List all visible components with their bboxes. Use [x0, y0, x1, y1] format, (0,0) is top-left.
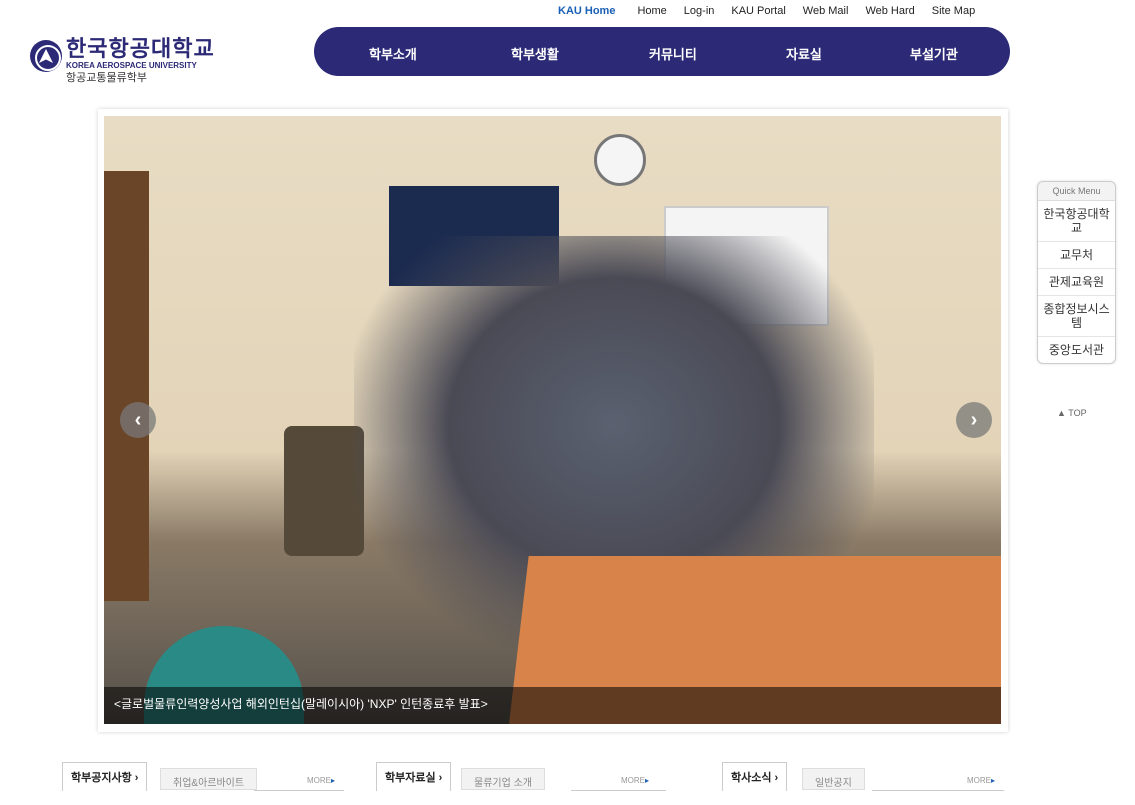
- nav-item-affiliated[interactable]: 부설기관: [910, 44, 958, 63]
- tab-jobs[interactable]: 취업&아르바이트: [160, 768, 258, 790]
- more-arrow-icon: ▸: [645, 776, 650, 785]
- quick-item-info-system[interactable]: 종합정보시스템: [1038, 296, 1115, 337]
- university-logo[interactable]: 한국항공대학교 KOREA AEROSPACE UNIVERSITY 항공교통물…: [30, 38, 215, 84]
- department-name: 항공교통물류학부: [66, 72, 147, 84]
- board-resources: 학부자료실 › 물류기업 소개 MORE▸: [376, 762, 666, 792]
- university-emblem-icon: [30, 40, 62, 72]
- tab-logistics-companies[interactable]: 물류기업 소개: [461, 768, 545, 790]
- image-slider: ‹ › <글로벌물류인력양성사업 해외인턴십(말레이시아) 'NXP' 인턴종료…: [98, 109, 1008, 732]
- link-home[interactable]: Home: [637, 4, 666, 18]
- nav-item-resources[interactable]: 자료실: [786, 44, 822, 63]
- board-notices: 학부공지사항 › 취업&아르바이트 MORE▸: [62, 762, 344, 792]
- tab-notices[interactable]: 학부공지사항 ›: [62, 762, 148, 791]
- more-link[interactable]: MORE▸: [621, 776, 649, 785]
- link-web-hard[interactable]: Web Hard: [865, 4, 914, 18]
- logo-korean-name: 한국항공대학교: [66, 36, 215, 61]
- quick-item-atc-center[interactable]: 관제교육원: [1038, 269, 1115, 296]
- link-site-map[interactable]: Site Map: [932, 4, 975, 18]
- scroll-top-button[interactable]: ▲ TOP: [1057, 408, 1087, 418]
- more-link[interactable]: MORE▸: [967, 776, 995, 785]
- tab-academic-news[interactable]: 학사소식 ›: [722, 762, 788, 791]
- link-kau-portal[interactable]: KAU Portal: [731, 4, 785, 18]
- quick-item-library[interactable]: 중앙도서관: [1038, 337, 1115, 363]
- nav-item-about[interactable]: 학부소개: [369, 44, 417, 63]
- quick-item-kau[interactable]: 한국항공대학교: [1038, 201, 1115, 242]
- nav-item-community[interactable]: 커뮤니티: [649, 44, 697, 63]
- quick-item-academic-affairs[interactable]: 교무처: [1038, 242, 1115, 269]
- link-kau-home[interactable]: KAU Home: [558, 4, 615, 18]
- tab-resources[interactable]: 학부자료실 ›: [376, 762, 452, 791]
- link-login[interactable]: Log-in: [684, 4, 715, 18]
- slide-photo[interactable]: ‹ › <글로벌물류인력양성사업 해외인턴십(말레이시아) 'NXP' 인턴종료…: [104, 116, 1001, 724]
- utility-links: KAU Home Home Log-in KAU Portal Web Mail…: [558, 4, 992, 18]
- logo-english-name: KOREA AEROSPACE UNIVERSITY: [66, 61, 197, 70]
- board-academic-news: 학사소식 › 일반공지 MORE▸: [722, 762, 1004, 792]
- chevron-right-icon: ›: [970, 408, 978, 431]
- nav-item-student-life[interactable]: 학부생활: [511, 44, 559, 63]
- more-link[interactable]: MORE▸: [307, 776, 335, 785]
- quick-menu: Quick Menu 한국항공대학교 교무처 관제교육원 종합정보시스템 중앙도…: [1037, 181, 1116, 364]
- slider-prev-button[interactable]: ‹: [120, 402, 156, 438]
- quick-menu-title: Quick Menu: [1038, 182, 1115, 201]
- more-arrow-icon: ▸: [331, 776, 336, 785]
- chevron-left-icon: ‹: [134, 408, 142, 431]
- main-nav: 학부소개 학부생활 커뮤니티 자료실 부설기관: [314, 27, 1010, 76]
- more-arrow-icon: ▸: [991, 776, 996, 785]
- slide-caption: <글로벌물류인력양성사업 해외인턴십(말레이시아) 'NXP' 인턴종료후 발표…: [114, 697, 488, 711]
- tab-general-notices[interactable]: 일반공지: [802, 768, 865, 790]
- slider-next-button[interactable]: ›: [956, 402, 992, 438]
- link-web-mail[interactable]: Web Mail: [803, 4, 849, 18]
